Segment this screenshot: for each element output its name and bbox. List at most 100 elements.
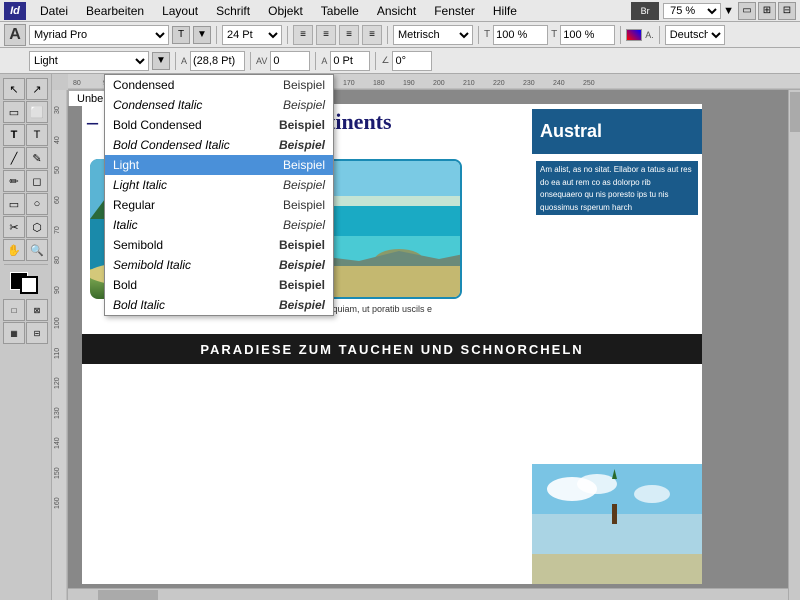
character-icon: A	[4, 24, 26, 46]
menu-ansicht[interactable]: Ansicht	[369, 2, 424, 20]
tool-pen[interactable]: ✎	[26, 147, 48, 169]
font-size-select[interactable]: 24 Pt 12 Pt 18 Pt 36 Pt	[222, 25, 282, 45]
tool-rect[interactable]: ▭	[3, 193, 25, 215]
lang-select[interactable]: Deutsch	[665, 25, 725, 45]
scrollbar-horizontal[interactable]	[68, 588, 788, 600]
sep7	[175, 52, 176, 70]
tool-scissors[interactable]: ✂	[3, 216, 25, 238]
scale-x-input[interactable]	[493, 25, 548, 45]
align-center-btn[interactable]: ≡	[316, 25, 336, 45]
font-item-italic[interactable]: Italic Beispiel	[105, 215, 333, 235]
font-family-select[interactable]: Myriad Pro	[29, 25, 169, 45]
menu-hilfe[interactable]: Hilfe	[485, 2, 525, 20]
right-text-panel: Am alist, as no sitat. Ellabor a tatus a…	[532, 159, 702, 217]
tool-text[interactable]: T	[3, 124, 25, 146]
menu-tabelle[interactable]: Tabelle	[313, 2, 367, 20]
tool-ellipse[interactable]: ○	[26, 193, 48, 215]
tool-pair7: ✂ ⬡	[3, 216, 48, 238]
menubar-right: Br 75 % 50 % 100 % ▼ ▭ ⊞ ⊟	[631, 2, 796, 20]
sep1	[216, 26, 217, 44]
svg-text:240: 240	[553, 80, 565, 87]
sep10	[375, 52, 376, 70]
menu-datei[interactable]: Datei	[32, 2, 76, 20]
tool-frame[interactable]: ⊠	[26, 299, 48, 321]
menubar: Id Datei Bearbeiten Layout Schrift Objek…	[0, 0, 800, 22]
tool-view1[interactable]: ▦	[3, 322, 25, 344]
font-family-arrow[interactable]: ▼	[193, 26, 211, 44]
font-item-light[interactable]: Light Beispiel	[105, 155, 333, 175]
baseline-input[interactable]	[330, 51, 370, 71]
font-item-condensed[interactable]: Condensed Beispiel	[105, 75, 333, 95]
tool-select[interactable]: ↖	[3, 78, 25, 100]
svg-text:30: 30	[54, 106, 61, 114]
font-item-bold-italic[interactable]: Bold Italic Beispiel	[105, 295, 333, 315]
font-item-semibold-italic[interactable]: Semibold Italic Beispiel	[105, 255, 333, 275]
menu-objekt[interactable]: Objekt	[260, 2, 311, 20]
scrollbar-vertical[interactable]	[788, 90, 800, 600]
svg-text:230: 230	[523, 80, 535, 87]
tool-free[interactable]: ⬡	[26, 216, 48, 238]
tool-pair9: □ ⊠	[3, 299, 48, 321]
align-left-btn[interactable]: ≡	[293, 25, 313, 45]
tool-hand[interactable]: ✋	[3, 239, 25, 261]
tool-eraser[interactable]: ◻	[26, 170, 48, 192]
tool-pair6: ▭ ○	[3, 193, 48, 215]
font-item-bold-condensed-italic[interactable]: Bold Condensed Italic Beispiel	[105, 135, 333, 155]
bottom-photo-svg	[532, 464, 702, 584]
scale-y-label: T	[551, 29, 557, 40]
align-right-btn[interactable]: ≡	[339, 25, 359, 45]
view-btn1[interactable]: ▭	[738, 2, 756, 20]
kerning-input[interactable]	[190, 51, 245, 71]
tool-line[interactable]: ╱	[3, 147, 25, 169]
menu-bearbeiten[interactable]: Bearbeiten	[78, 2, 152, 20]
scale-y-input[interactable]	[560, 25, 615, 45]
tool-pencil[interactable]: ✏	[3, 170, 25, 192]
menu-fenster[interactable]: Fenster	[426, 2, 483, 20]
tracking-input[interactable]	[270, 51, 310, 71]
font-sample-condensed: Beispiel	[283, 78, 325, 92]
scrollbar-h-thumb[interactable]	[98, 590, 158, 600]
font-item-bold[interactable]: Bold Beispiel	[105, 275, 333, 295]
unit-select[interactable]: Metrisch	[393, 25, 473, 45]
view-btn2[interactable]: ⊞	[758, 2, 776, 20]
scrollbar-v-thumb[interactable]	[790, 92, 800, 132]
font-item-light-italic[interactable]: Light Italic Beispiel	[105, 175, 333, 195]
kerning-label: A	[181, 56, 187, 66]
font-item-regular[interactable]: Regular Beispiel	[105, 195, 333, 215]
font-sample-semibold-italic: Beispiel	[279, 258, 325, 272]
stroke-color[interactable]	[20, 276, 38, 294]
sep9	[315, 52, 316, 70]
color-tools	[6, 268, 46, 298]
menu-layout[interactable]: Layout	[154, 2, 206, 20]
sep4	[478, 26, 479, 44]
svg-text:190: 190	[403, 80, 415, 87]
align-justify-btn[interactable]: ≡	[362, 25, 382, 45]
font-item-bold-condensed[interactable]: Bold Condensed Beispiel	[105, 115, 333, 135]
font-style-select[interactable]: Light Regular Bold Italic	[29, 51, 149, 71]
tool-direct-select[interactable]: ↗	[26, 78, 48, 100]
font-family-expand[interactable]: T	[172, 26, 190, 44]
svg-text:90: 90	[54, 286, 61, 294]
zoom-select[interactable]: 75 % 50 % 100 %	[663, 3, 721, 19]
menu-schrift[interactable]: Schrift	[208, 2, 258, 20]
tool-view2[interactable]: ⊟	[26, 322, 48, 344]
svg-text:80: 80	[73, 80, 81, 87]
tracking-label: AV	[256, 56, 267, 66]
font-name-bold-condensed: Bold Condensed	[113, 118, 279, 132]
zoom-arrow: ▼	[723, 5, 734, 17]
tools-panel: ↖ ↗ ▭ ⬜ T T ╱ ✎ ✏ ◻ ▭ ○ ✂ ⬡ ✋ 🔍	[0, 74, 52, 600]
tool-zoom[interactable]: 🔍	[26, 239, 48, 261]
tool-normal[interactable]: □	[3, 299, 25, 321]
angle-input[interactable]	[392, 51, 432, 71]
svg-text:80: 80	[54, 256, 61, 264]
br-badge: Br	[631, 2, 659, 20]
font-item-semibold[interactable]: Semibold Beispiel	[105, 235, 333, 255]
ruler-left: 30 40 50 60 70 80 90 100 110 120 130 140…	[52, 74, 68, 600]
tool-gap[interactable]: ⬜	[26, 101, 48, 123]
view-btn3[interactable]: ⊟	[778, 2, 796, 20]
tool-page[interactable]: ▭	[3, 101, 25, 123]
font-style-arrow[interactable]: ▼	[152, 52, 170, 70]
font-item-condensed-italic[interactable]: Condensed Italic Beispiel	[105, 95, 333, 115]
svg-text:250: 250	[583, 80, 595, 87]
tool-text2[interactable]: T	[26, 124, 48, 146]
